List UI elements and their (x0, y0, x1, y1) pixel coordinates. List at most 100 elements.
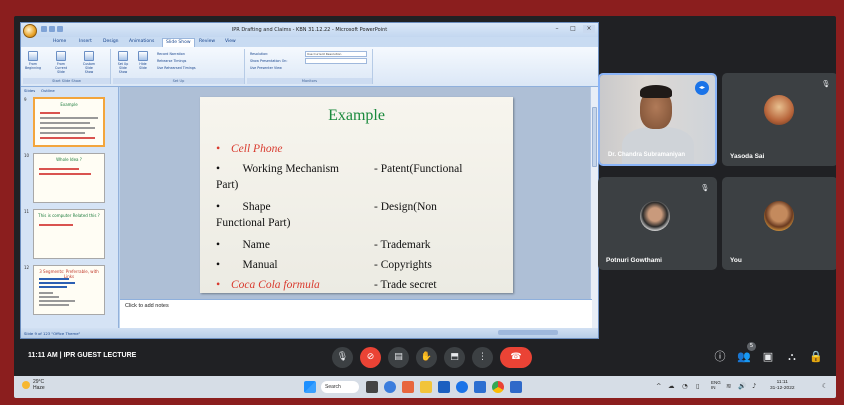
task-view-icon[interactable] (366, 381, 378, 393)
bullet-right-text: - Trade secret (374, 279, 437, 291)
tab-slide-show[interactable]: Slide Show (162, 38, 195, 47)
tab-insert[interactable]: Insert (79, 39, 92, 44)
bullet-left-text: Name (242, 239, 270, 251)
meeting-name: IPR GUEST LECTURE (63, 352, 137, 359)
show-on-dropdown[interactable] (305, 58, 367, 64)
people-icon[interactable]: 👥 (737, 350, 751, 364)
leave-call-button[interactable]: ☎ (500, 347, 532, 368)
tray-extra-icon[interactable]: ♪ (752, 382, 756, 390)
camera-off-button[interactable]: ⊘ (360, 347, 381, 368)
slide-thumbnail[interactable]: 3 Segments: Preferrable, with Links (33, 265, 105, 315)
notifications-icon[interactable]: ☾ (822, 382, 828, 390)
host-controls-icon[interactable]: 🔒 (809, 350, 823, 364)
weather-condition: Haze (33, 385, 45, 391)
slide-thumbnail[interactable]: Whole Idea ? (33, 153, 105, 203)
taskbar-clock[interactable]: 11:11 31-12-2022 (770, 380, 795, 392)
people-count-badge: 5 (747, 342, 756, 351)
participant-name: You (730, 257, 742, 264)
from-current-button[interactable]: From Current Slide (53, 51, 69, 74)
bullet-right-text: - Design(Non (374, 201, 437, 213)
tab-design[interactable]: Design (103, 39, 119, 44)
presenter-view-checkbox[interactable]: Use Presenter View (250, 66, 282, 70)
file-explorer-icon[interactable] (420, 381, 432, 393)
wifi-icon[interactable]: ≋ (726, 382, 731, 390)
tab-view[interactable]: View (225, 39, 236, 44)
weather-widget[interactable]: 29°C Haze (22, 379, 45, 391)
participant-tile[interactable]: 🎙 Potnuri Gowthami (598, 177, 717, 270)
slide-editing-area: Example • Cell Phone • Working Mechanism … (120, 87, 592, 299)
chrome-icon[interactable] (492, 381, 504, 393)
tab-review[interactable]: Review (199, 39, 215, 44)
powerpoint-window: IPR Drafting and Claims - KBN 31.12.22 -… (20, 22, 599, 339)
hide-slide-button[interactable]: Hide Slide (135, 51, 151, 70)
maximize-icon[interactable]: □ (567, 25, 579, 33)
slides-tab[interactable]: Slides (24, 88, 35, 93)
language-indicator[interactable]: ENG IN (711, 380, 721, 390)
store-icon[interactable] (438, 381, 450, 393)
mail-icon[interactable] (474, 381, 486, 393)
tray-expand-icon[interactable]: ^ (656, 382, 661, 390)
custom-show-button[interactable]: Custom Slide Show (81, 51, 97, 74)
close-icon[interactable]: × (583, 25, 595, 33)
onedrive-icon[interactable]: ☁ (668, 382, 675, 390)
office-button[interactable] (23, 24, 37, 38)
chat-icon[interactable]: ▣ (761, 350, 775, 364)
activities-icon[interactable]: ⛬ (785, 350, 799, 364)
participant-tile[interactable]: 🎙 Yasoda Sai (722, 73, 836, 166)
tab-animations[interactable]: Animations (129, 39, 154, 44)
outline-tab[interactable]: Outline (41, 88, 55, 93)
volume-icon[interactable]: 🔊 (738, 382, 746, 390)
taskbar-search[interactable]: Search (321, 381, 359, 393)
speaking-indicator-icon: ◂▸ (695, 81, 709, 95)
tray-app-icon[interactable]: ◔ (682, 382, 688, 390)
slide-thumbnail[interactable]: This is computer Related this ? (33, 209, 105, 259)
bullet-left-text: Shape (242, 201, 271, 213)
record-narration-button[interactable]: Record Narration (157, 52, 185, 56)
setup-show-button[interactable]: Set Up Slide Show (115, 51, 131, 74)
resolution-dropdown[interactable]: Use Current Resolution (305, 51, 367, 57)
raise-hand-button[interactable]: ✋ (416, 347, 437, 368)
battery-icon[interactable]: ▯ (696, 382, 700, 390)
thumbnail-title: Example (60, 102, 78, 107)
bullet-left-text: Cell Phone (231, 143, 283, 155)
more-vert-icon: ⋮ (478, 352, 487, 362)
meeting-info: 11:11 AM | IPR GUEST LECTURE (28, 352, 136, 359)
present-button[interactable]: ⬒ (444, 347, 465, 368)
participant-tile-speaker[interactable]: ◂▸ Dr. Chandra Subramaniyan (598, 73, 717, 166)
participant-tile-self[interactable]: You (722, 177, 836, 270)
ribbon-group-monitors: Resolution: Use Current Resolution Show … (247, 49, 373, 84)
slide-number: 11 (24, 209, 30, 214)
ppt-titlebar: IPR Drafting and Claims - KBN 31.12.22 -… (21, 23, 598, 38)
rehearse-timings-button[interactable]: Rehearse Timings (157, 59, 186, 63)
use-rehearsed-checkbox[interactable]: Use Rehearsed Timings (157, 66, 196, 70)
notes-placeholder: Click to add notes (125, 303, 169, 309)
slide-bullet-continuation: Part) (216, 179, 239, 191)
more-options-button[interactable]: ⋮ (472, 347, 493, 368)
resolution-label: Resolution: (250, 52, 269, 56)
outlook-icon[interactable] (510, 381, 522, 393)
zoom-slider[interactable] (498, 330, 558, 335)
from-beginning-button[interactable]: From Beginning (25, 51, 41, 70)
notes-pane[interactable]: Click to add notes (120, 299, 592, 330)
office-app-icon[interactable] (402, 381, 414, 393)
tab-home[interactable]: Home (53, 39, 66, 44)
sun-icon (22, 381, 30, 389)
hang-up-icon: ☎ (510, 352, 522, 362)
screen-frame: IPR Drafting and Claims - KBN 31.12.22 -… (14, 16, 836, 398)
ppt-window-title: IPR Drafting and Claims - KBN 31.12.22 -… (231, 27, 388, 33)
current-slide[interactable]: Example • Cell Phone • Working Mechanism … (200, 97, 513, 293)
meeting-time: 11:11 AM (28, 352, 58, 359)
chat-app-icon[interactable] (384, 381, 396, 393)
avatar (640, 201, 670, 231)
clock-date: 31-12-2022 (770, 386, 795, 391)
microphone-button[interactable]: 🎙 (332, 347, 353, 368)
slide-thumbnail[interactable]: Example (33, 97, 105, 147)
minimize-icon[interactable]: – (551, 25, 563, 33)
edge-icon[interactable] (456, 381, 468, 393)
thumbnail-title: This is computer Related this ? (38, 213, 100, 218)
start-icon[interactable] (304, 381, 316, 393)
captions-button[interactable]: ▤ (388, 347, 409, 368)
slide-number: 9 (24, 97, 27, 102)
meeting-details-icon[interactable]: ⓘ (713, 350, 727, 364)
vertical-scrollbar[interactable] (590, 87, 598, 330)
